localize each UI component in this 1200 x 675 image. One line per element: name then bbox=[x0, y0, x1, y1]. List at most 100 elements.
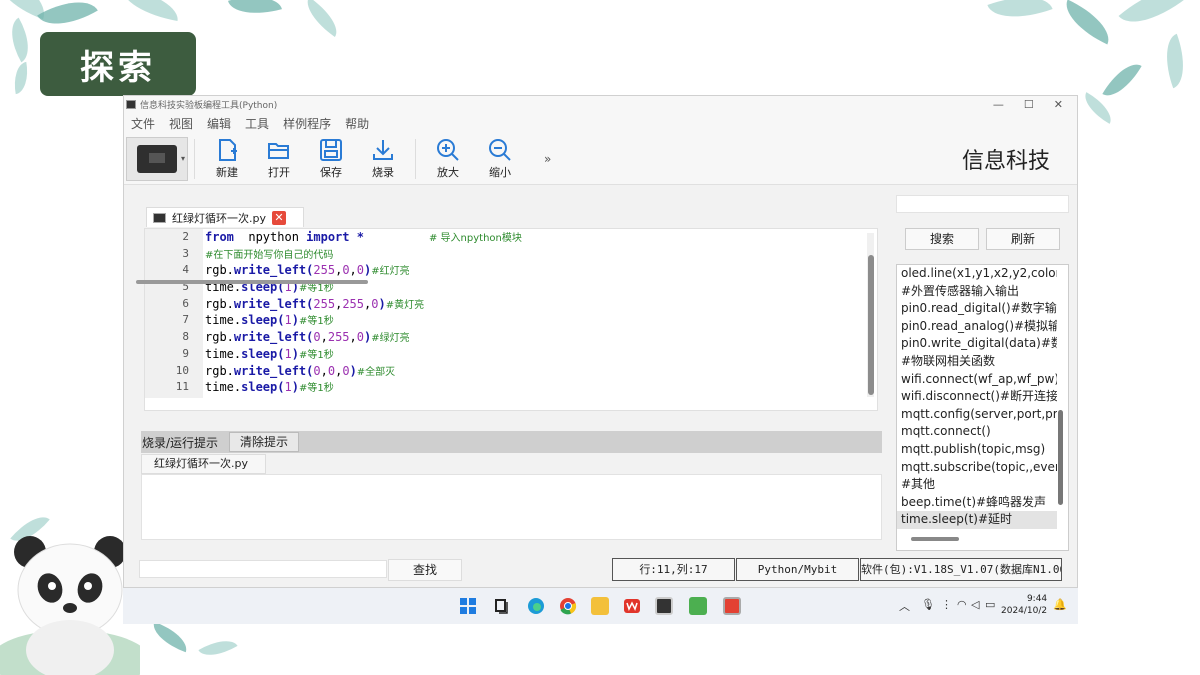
code-line[interactable]: from npython import * # 导入npython模块 bbox=[205, 229, 863, 246]
code-token: 255 bbox=[327, 330, 350, 345]
code-token: 0 bbox=[342, 363, 350, 378]
snippet-item[interactable]: #其他 bbox=[897, 476, 1057, 494]
editor-scroll-thumb[interactable] bbox=[868, 255, 874, 395]
code-token: rgb. bbox=[205, 296, 234, 311]
code-token: npython bbox=[233, 230, 307, 244]
code-token: time. bbox=[205, 313, 242, 328]
code-editor[interactable]: 2 3 4 5 6 7 8 9 10 11 from npython import * # 导入n… bbox=[144, 228, 878, 411]
slide-topic-badge: 探索 bbox=[40, 32, 196, 96]
windows-start-icon[interactable] bbox=[459, 597, 477, 615]
snippet-item[interactable]: #物联网相关函数 bbox=[897, 353, 1057, 371]
output-file-tab[interactable]: 红绿灯循环一次.py bbox=[141, 454, 266, 474]
snippet-item[interactable]: mqtt.connect() bbox=[897, 423, 1057, 441]
refresh-button[interactable]: 刷新 bbox=[986, 228, 1060, 250]
board-selector[interactable]: ▾ bbox=[126, 136, 188, 181]
search-button[interactable]: 搜索 bbox=[905, 228, 979, 250]
editor-horizontal-scrollbar[interactable] bbox=[136, 280, 368, 284]
menu-tools[interactable]: 工具 bbox=[245, 115, 269, 132]
code-token: #等1秒 bbox=[298, 316, 334, 328]
clock[interactable]: 9:44 2024/10/2 bbox=[1001, 593, 1047, 617]
snippet-item[interactable]: oled.line(x1,y1,x2,y2,color)# bbox=[897, 265, 1057, 283]
folder-open-icon bbox=[268, 143, 289, 159]
snippet-item[interactable]: mqtt.config(server,port,pro bbox=[897, 406, 1057, 424]
wifi-icon[interactable]: ◠ bbox=[957, 598, 967, 611]
edge-browser-icon[interactable] bbox=[527, 597, 545, 615]
menu-view[interactable]: 视图 bbox=[169, 115, 193, 132]
chrome-browser-icon[interactable] bbox=[559, 597, 577, 615]
find-button[interactable]: 查找 bbox=[388, 559, 462, 581]
code-lines[interactable]: from npython import * # 导入npython模块 #在下面开… bbox=[205, 229, 863, 396]
code-token: 1 bbox=[284, 380, 292, 395]
code-token: rgb. bbox=[205, 330, 234, 345]
code-token: 0 bbox=[327, 363, 336, 378]
code-line[interactable]: rgb.write_left(255,255,0)#黄灯亮 bbox=[205, 296, 863, 313]
code-token: 0 bbox=[342, 263, 350, 278]
code-token: write_left bbox=[233, 330, 307, 345]
snippet-item[interactable]: pin0.read_digital()#数字输入 bbox=[897, 300, 1057, 318]
editor-file-tab[interactable]: 红绿灯循环一次.py ✕ bbox=[146, 207, 304, 227]
open-button[interactable]: 打开 bbox=[253, 137, 305, 180]
snippet-item[interactable]: time.sleep(t)#延时 bbox=[897, 511, 1057, 529]
code-token: rgb. bbox=[205, 363, 234, 378]
code-token: ) bbox=[291, 346, 299, 361]
toolbar-more-button[interactable]: » bbox=[544, 152, 551, 166]
notification-icon[interactable]: 🔔 bbox=[1053, 598, 1067, 611]
new-button[interactable]: 新建 bbox=[201, 137, 253, 180]
menu-file[interactable]: 文件 bbox=[131, 115, 155, 132]
mode-indicator: Python/Mybit bbox=[736, 558, 859, 581]
save-button[interactable]: 保存 bbox=[305, 137, 357, 180]
download-icon bbox=[373, 140, 393, 160]
code-line[interactable]: rgb.write_left(255,0,0)#红灯亮 bbox=[205, 262, 863, 279]
snippet-item[interactable]: #外置传感器输入输出 bbox=[897, 283, 1057, 301]
code-line[interactable]: #在下面开始写你自己的代码 bbox=[205, 246, 863, 263]
chevron-down-icon: ▾ bbox=[180, 153, 185, 163]
output-tab-label[interactable]: 烧录/运行提示 bbox=[141, 434, 229, 451]
snippet-item[interactable]: wifi.disconnect()#断开连接 bbox=[897, 388, 1057, 406]
snippet-item[interactable]: mqtt.subscribe(topic,,event bbox=[897, 459, 1057, 477]
file-explorer-icon[interactable] bbox=[591, 597, 609, 615]
title-bar: 信息科技实验板编程工具(Python) — ☐ ✕ bbox=[124, 96, 1077, 113]
snippet-scroll-thumb[interactable] bbox=[1058, 410, 1063, 505]
snippet-item[interactable]: pin0.read_analog()#模拟输入 bbox=[897, 318, 1057, 336]
close-tab-icon[interactable]: ✕ bbox=[272, 210, 286, 225]
zoom-out-button[interactable]: 缩小 bbox=[474, 137, 526, 180]
snippet-search-input[interactable] bbox=[896, 195, 1069, 213]
wps-office-icon[interactable] bbox=[623, 597, 641, 615]
snippet-item[interactable]: wifi.connect(wf_ap,wf_pw)# bbox=[897, 371, 1057, 389]
menu-examples[interactable]: 样例程序 bbox=[283, 115, 331, 132]
volume-icon[interactable]: ◁ bbox=[971, 598, 979, 611]
code-line[interactable]: time.sleep(1)#等1秒 bbox=[205, 379, 863, 396]
code-token: #绿灯亮 bbox=[371, 333, 410, 345]
green-app-icon[interactable] bbox=[689, 597, 707, 615]
code-line[interactable]: rgb.write_left(0,255,0)#绿灯亮 bbox=[205, 329, 863, 346]
minimize-button[interactable]: — bbox=[993, 98, 1004, 111]
code-line[interactable]: time.sleep(1)#等1秒 bbox=[205, 346, 863, 363]
battery-icon[interactable]: ▭ bbox=[985, 598, 995, 611]
snippet-hscroll-thumb[interactable] bbox=[911, 537, 959, 541]
chevron-up-icon[interactable]: ︿ bbox=[899, 598, 910, 614]
code-line[interactable]: rgb.write_left(0,0,0)#全部灭 bbox=[205, 363, 863, 380]
mic-settings-icon[interactable]: ⋮ bbox=[941, 598, 952, 611]
menu-edit[interactable]: 编辑 bbox=[207, 115, 231, 132]
maximize-button[interactable]: ☐ bbox=[1024, 98, 1034, 111]
find-input[interactable] bbox=[139, 560, 387, 578]
menu-help[interactable]: 帮助 bbox=[345, 115, 369, 132]
code-token: # 导入npython模块 bbox=[429, 233, 522, 244]
line-number-gutter: 2 3 4 5 6 7 8 9 10 11 bbox=[145, 229, 203, 398]
task-view-icon[interactable] bbox=[493, 597, 511, 615]
zoom-in-button[interactable]: 放大 bbox=[422, 137, 474, 180]
flash-button[interactable]: 烧录 bbox=[357, 137, 409, 180]
close-window-button[interactable]: ✕ bbox=[1054, 98, 1063, 111]
code-token: #黄灯亮 bbox=[385, 299, 425, 311]
panda-illustration bbox=[0, 536, 140, 675]
line-number: 10 bbox=[175, 363, 189, 377]
snippet-item[interactable]: pin0.write_digital(data)#数字 bbox=[897, 335, 1057, 353]
red-app-icon[interactable] bbox=[723, 597, 741, 615]
clear-output-button[interactable]: 清除提示 bbox=[229, 432, 300, 452]
code-line[interactable]: time.sleep(1)#等1秒 bbox=[205, 312, 863, 329]
microphone-icon[interactable]: 🎙 bbox=[921, 598, 935, 611]
code-token: write_left bbox=[233, 263, 307, 278]
snippet-item[interactable]: beep.time(t)#蜂鸣器发声 bbox=[897, 494, 1057, 512]
snippet-item[interactable]: mqtt.publish(topic,msg) bbox=[897, 441, 1057, 459]
board-tool-icon[interactable] bbox=[655, 597, 673, 615]
